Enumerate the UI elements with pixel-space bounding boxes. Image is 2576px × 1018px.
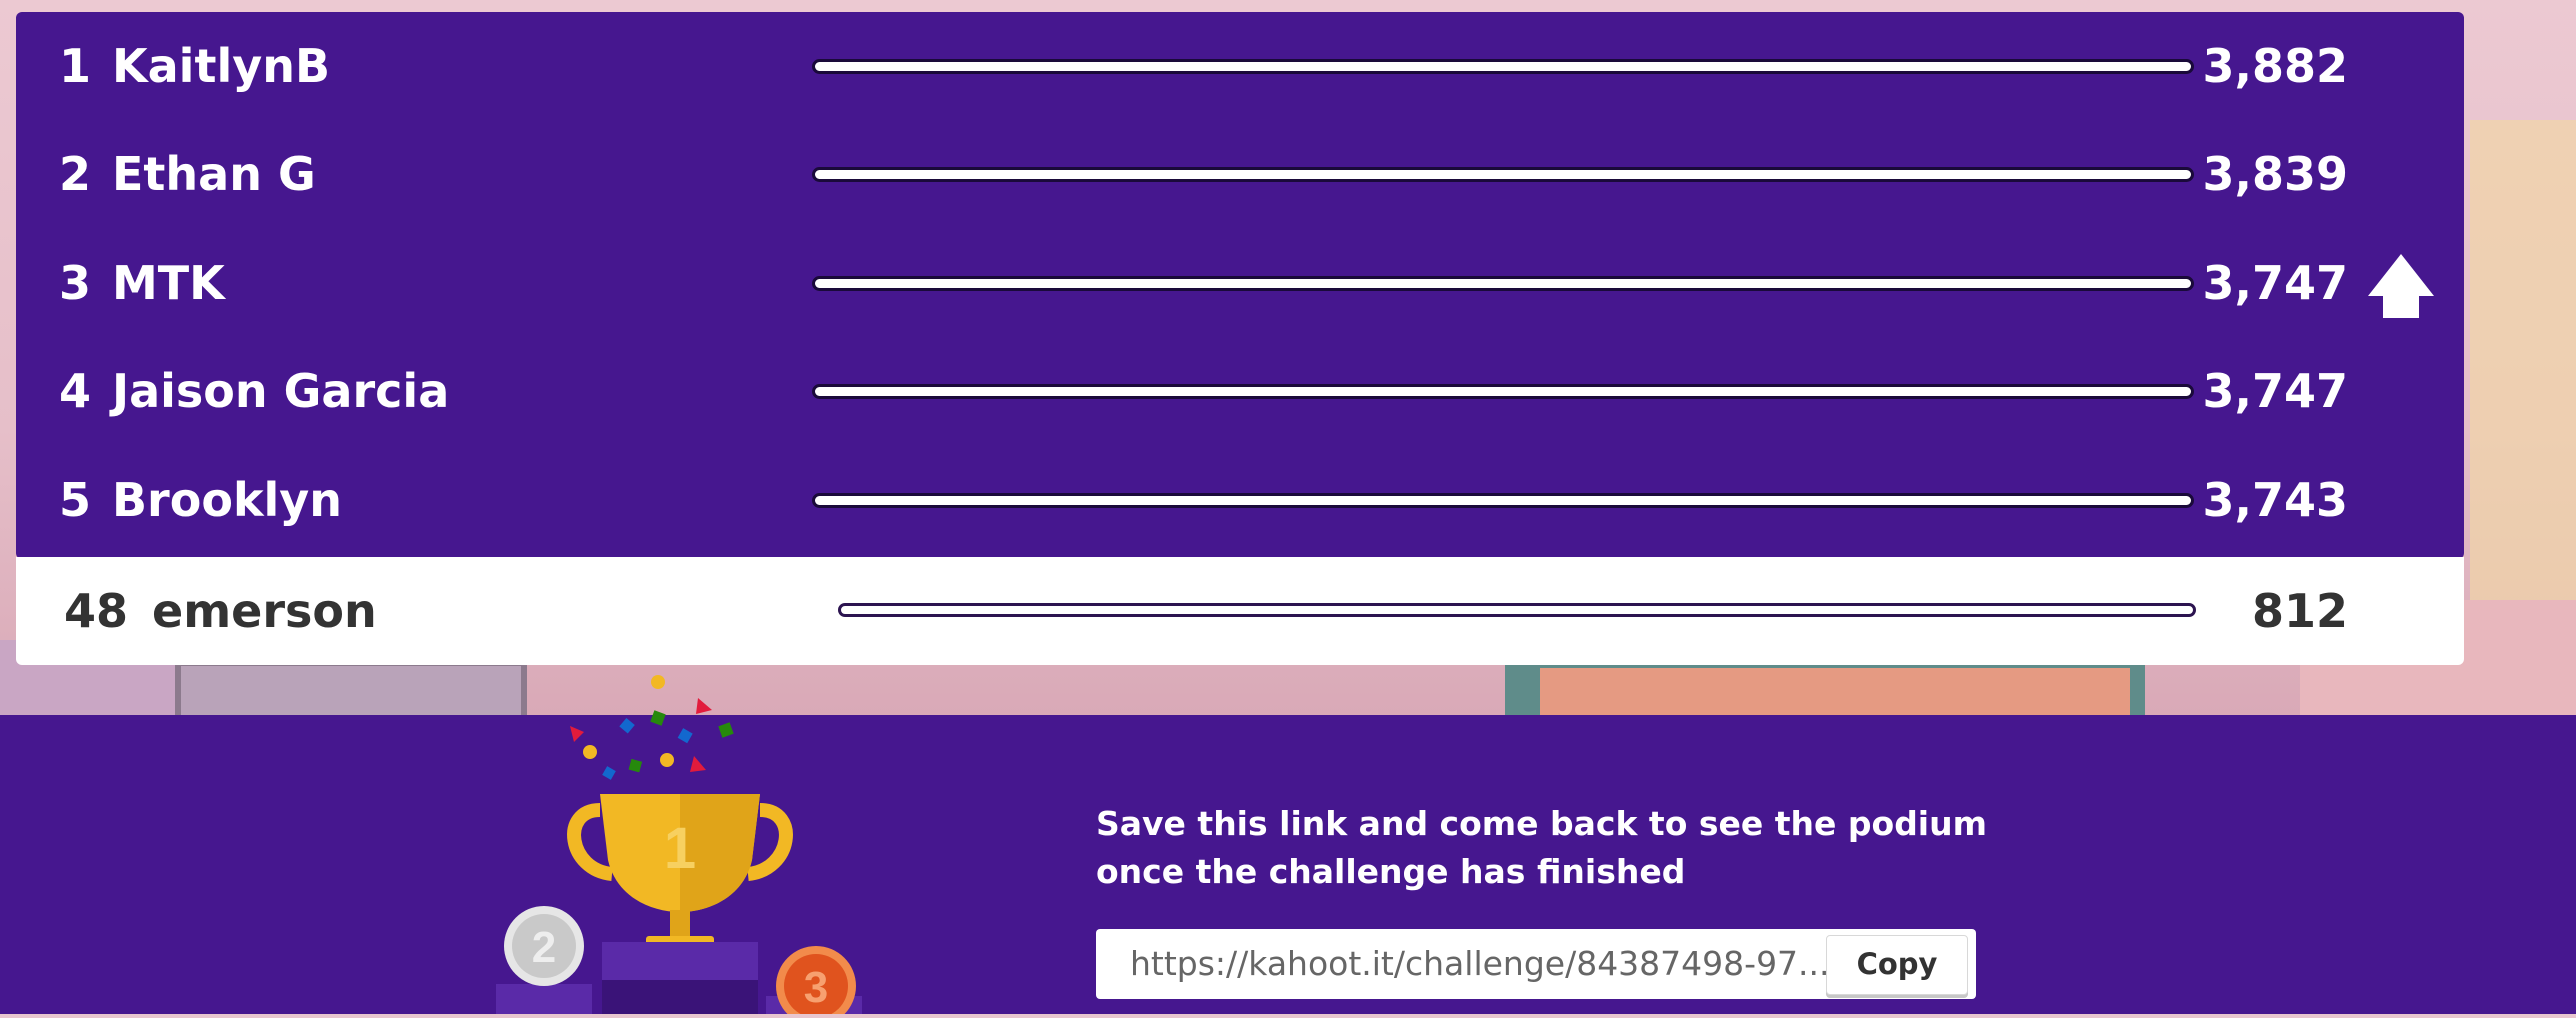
player-score: 3,743 — [2202, 473, 2348, 527]
rank: 4 — [58, 364, 91, 418]
rank: 5 — [58, 473, 91, 527]
trophy-icon: 1 2 3 — [496, 675, 862, 1018]
player-name: Ethan G — [112, 147, 316, 201]
leaderboard-row: 5 Brooklyn 3,743 — [16, 446, 2464, 554]
copy-button[interactable]: Copy — [1826, 935, 1968, 995]
player-score: 3,882 — [2202, 39, 2348, 93]
current-player-score: 812 — [2251, 584, 2348, 638]
message-line: Save this link and come back to see the … — [1096, 804, 1987, 843]
save-link-message: Save this link and come back to see the … — [1096, 800, 1996, 896]
background-frame — [175, 660, 527, 715]
rank: 3 — [58, 256, 91, 310]
player-name: Brooklyn — [112, 473, 343, 527]
current-player-name: emerson — [152, 584, 377, 638]
rank: 2 — [58, 147, 91, 201]
challenge-link-field[interactable]: https://kahoot.it/challenge/84387498-97.… — [1096, 929, 1976, 999]
svg-text:2: 2 — [532, 923, 556, 972]
leaderboard-row: 3 MTK 3,747 — [16, 229, 2464, 337]
score-bar — [812, 276, 2194, 291]
up-arrow-icon — [2368, 254, 2434, 318]
background-shape — [2470, 120, 2576, 620]
svg-text:1: 1 — [664, 816, 696, 881]
score-bar — [812, 59, 2194, 74]
player-score: 3,839 — [2202, 147, 2348, 201]
player-name: MTK — [112, 256, 225, 310]
leaderboard: 1 KaitlynB 3,882 2 Ethan G 3,839 3 MTK 3… — [16, 12, 2464, 559]
leaderboard-row: 2 Ethan G 3,839 — [16, 120, 2464, 228]
leaderboard-row: 1 KaitlynB 3,882 — [16, 12, 2464, 120]
score-bar — [812, 493, 2194, 508]
svg-text:3: 3 — [804, 963, 828, 1012]
trophy-podium-illustration: 1 2 3 — [480, 660, 880, 1018]
player-score: 3,747 — [2202, 256, 2348, 310]
message-line: once the challenge has finished — [1096, 852, 1686, 891]
background-shape — [1540, 668, 2130, 715]
current-player-rank: 48 — [63, 584, 128, 638]
current-player-score-bar — [838, 603, 2196, 617]
score-bar — [812, 384, 2194, 399]
rank: 1 — [58, 39, 91, 93]
challenge-link-text[interactable]: https://kahoot.it/challenge/84387498-97.… — [1130, 929, 1910, 999]
leaderboard-row: 4 Jaison Garcia 3,747 — [16, 337, 2464, 445]
player-name: KaitlynB — [112, 39, 331, 93]
player-name: Jaison Garcia — [112, 364, 450, 418]
player-score: 3,747 — [2202, 364, 2348, 418]
current-player-row: 48 emerson 812 — [16, 557, 2464, 665]
score-bar — [812, 167, 2194, 182]
